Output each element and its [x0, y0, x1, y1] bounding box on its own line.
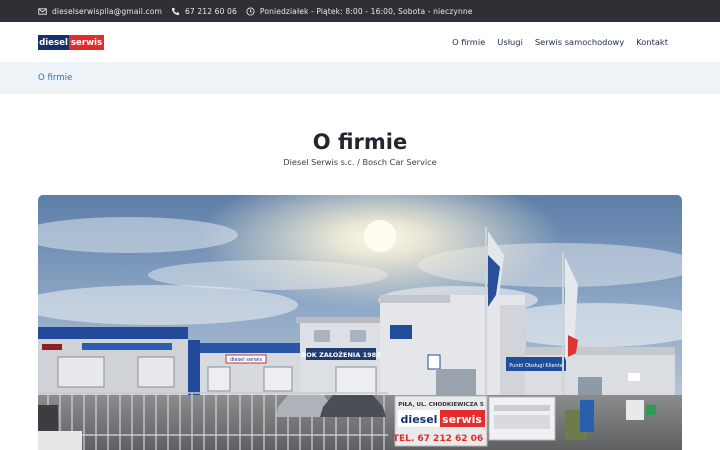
founding-year-sign: ROK ZAŁOŻENIA 1983: [301, 350, 380, 359]
nav-item-kontakt[interactable]: Kontakt: [636, 37, 668, 47]
sign-phone: TEL. 67 212 62 06: [393, 434, 483, 444]
phone-item[interactable]: 67 212 60 06: [171, 7, 237, 16]
main-nav: O firmie Usługi Serwis samochodowy Konta…: [440, 22, 668, 62]
email-item[interactable]: dieselserwispila@gmail.com: [38, 7, 162, 16]
email-text: dieselserwispila@gmail.com: [52, 6, 162, 16]
logo-part-diesel: diesel: [38, 35, 69, 50]
small-logo-sign: diesel serwis: [230, 357, 263, 363]
phone-text: 67 212 60 06: [184, 6, 237, 16]
building-illustration: diesel serwis ROK ZAŁOŻENIA 1983 Punkt O…: [38, 195, 682, 450]
logo-part-serwis: serwis: [69, 35, 104, 50]
logo[interactable]: diesel serwis: [38, 35, 104, 50]
phone-icon: [171, 7, 180, 15]
page-subtitle: Diesel Serwis s.c. / Bosch Car Service: [283, 157, 437, 167]
breadcrumb: O firmie: [0, 62, 720, 94]
page-title: O firmie: [312, 130, 408, 154]
clock-icon: [246, 6, 255, 16]
top-info-bar: dieselserwispila@gmail.com 67 212 60 06 …: [0, 0, 720, 22]
hours-text: Poniedziałek - Piątek: 8:00 - 16:00, Sob…: [259, 6, 473, 16]
envelope-icon: [38, 7, 47, 15]
company-building-photo: diesel serwis ROK ZAŁOŻENIA 1983 Punkt O…: [38, 195, 682, 450]
hours-item: Poniedziałek - Piątek: 8:00 - 16:00, Sob…: [246, 7, 473, 16]
sign-logo-serwis: serwis: [442, 413, 482, 426]
sign-address: PIŁA, UL. CHODKIEWICZA 5: [398, 402, 484, 408]
sign-logo-diesel: diesel: [401, 413, 438, 426]
nav-item-uslugi[interactable]: Usługi: [497, 37, 523, 47]
nav-item-o-firmie[interactable]: O firmie: [452, 37, 485, 47]
site-header: diesel serwis O firmie Usługi Serwis sam…: [0, 22, 720, 62]
nav-item-serwis-samochodowy[interactable]: Serwis samochodowy: [535, 37, 624, 47]
breadcrumb-current[interactable]: O firmie: [38, 73, 72, 83]
customer-service-sign: Punkt Obsługi Klienta: [509, 363, 563, 369]
